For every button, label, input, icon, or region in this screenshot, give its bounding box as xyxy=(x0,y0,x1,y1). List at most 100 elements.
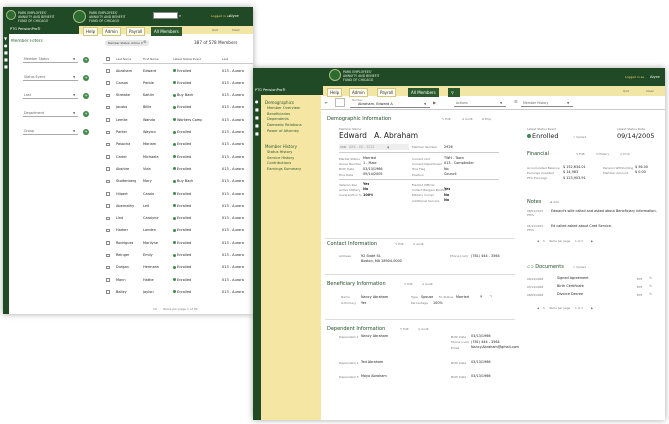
member-history-select[interactable]: Member History ▼ xyxy=(521,99,573,107)
add-filter-button[interactable]: + xyxy=(83,74,89,81)
prev-icon[interactable]: ◀ xyxy=(537,239,539,243)
row-checkbox[interactable] xyxy=(106,93,110,98)
table-row[interactable]: Reinger Emily Enrolled 013 - Aurora xyxy=(103,253,253,260)
doc-icon[interactable]: ■ xyxy=(4,64,8,69)
view-icon[interactable]: ◉ xyxy=(480,294,482,298)
row-checkbox[interactable] xyxy=(106,290,110,294)
clear-button[interactable]: Clear xyxy=(646,89,654,93)
next-icon[interactable]: ▶ xyxy=(591,239,593,243)
info-icon[interactable]: ● xyxy=(255,99,259,104)
row-checkbox[interactable] xyxy=(106,241,110,245)
note-item[interactable]: 08/01/2015 PTCS Edward's wife called and a… xyxy=(527,209,657,223)
edit-icon[interactable]: ✎ xyxy=(649,284,652,288)
user-name[interactable]: Alyce xyxy=(229,14,239,18)
table-row[interactable]: Carson Parble Enrolled 013 - Aurora xyxy=(103,80,253,87)
actions-select[interactable]: Actions ▼ xyxy=(454,99,506,107)
table-row[interactable]: Mann Hattie Enrolled 013 - Aurora xyxy=(103,277,253,284)
nav-demographics-item[interactable]: Member Overview xyxy=(267,106,300,110)
financial-history-button[interactable]: ⟲ History xyxy=(596,152,609,156)
table-row[interactable]: Abshire Vida Enrolled 013 - Aurora xyxy=(103,166,253,173)
row-checkbox[interactable] xyxy=(106,179,110,184)
table-row[interactable]: Harber Landen Enrolled 013 - Aurora xyxy=(103,228,253,235)
row-checkbox[interactable] xyxy=(106,118,110,122)
nav-demographics-title[interactable]: Demographics xyxy=(265,100,294,105)
dependent-edit-button[interactable]: ✎ Edit xyxy=(400,327,409,331)
tab-payroll[interactable]: Payroll xyxy=(126,26,146,36)
demo-emp-button[interactable]: ⧉ Emp xyxy=(482,117,491,121)
beneficiary-audit-button[interactable]: ⊙ Audit xyxy=(422,282,433,286)
nav-history-item[interactable]: Contributions xyxy=(267,161,291,165)
table-row[interactable]: Hilpert Carole Enrolled 013 - Aurora xyxy=(103,191,253,198)
edit-icon[interactable]: ✎ xyxy=(649,292,652,296)
table-row[interactable]: Lemke Wanda Workers Comp 013 - Aurora xyxy=(103,117,253,124)
edit-icon[interactable]: ✎ xyxy=(649,276,652,280)
tab-all-members[interactable]: All Members xyxy=(408,87,439,97)
row-checkbox[interactable] xyxy=(106,204,110,208)
add-filter-button[interactable]: + xyxy=(83,56,89,63)
filter-icon[interactable]: ▼ xyxy=(4,36,7,41)
filter-select[interactable]: Group ▼ xyxy=(23,128,78,135)
back-arrow-icon[interactable]: ⇤ xyxy=(325,100,328,105)
row-checkbox[interactable] xyxy=(106,216,110,221)
row-checkbox[interactable] xyxy=(106,192,110,196)
view-icon[interactable]: ◉ xyxy=(387,145,389,149)
nav-history-item[interactable]: Service History xyxy=(267,156,294,160)
note-item[interactable]: 02/14/2015 PTCS Ed called asked about Cred… xyxy=(527,224,657,238)
column-header[interactable]: Last Name xyxy=(116,57,131,61)
contact-audit-button[interactable]: ⊙ Audit xyxy=(413,242,424,246)
history-icon[interactable]: ■ xyxy=(255,107,259,112)
document-item[interactable]: 09/24/2008 Signed Agreement PDF ✎ xyxy=(527,276,657,282)
notes-add-button[interactable]: ⊕ Add xyxy=(550,200,559,204)
card-icon[interactable]: ■ xyxy=(4,57,8,62)
nav-demographics-item[interactable]: Beneficiaries xyxy=(267,112,290,116)
tab-help[interactable]: Help xyxy=(83,26,99,36)
select-all-checkbox[interactable] xyxy=(106,57,110,61)
table-row[interactable]: Rodriguez Marilyne Enrolled 013 - Aurora xyxy=(103,240,253,247)
row-checkbox[interactable] xyxy=(106,69,110,73)
table-row[interactable]: Bailey Jaylon Enrolled 013 - Aurora xyxy=(103,289,253,296)
nav-history-item[interactable]: Status History xyxy=(267,150,292,154)
document-item[interactable]: 08/04/2008 Divorce Decree PDF ✎ xyxy=(527,292,657,298)
member-avatar-icon[interactable] xyxy=(335,98,345,107)
table-row[interactable]: Parker Waylon Enrolled 013 - Aurora xyxy=(103,130,253,137)
row-checkbox[interactable] xyxy=(106,278,110,282)
member-select[interactable]: Member Abraham, Edward A ▼ xyxy=(350,99,430,108)
tab-all-members[interactable]: All Members xyxy=(151,26,182,36)
tab-admin[interactable]: Admin xyxy=(102,26,121,36)
shield-icon[interactable]: ■ xyxy=(4,50,8,55)
settings-icon[interactable]: ■ xyxy=(255,131,259,136)
search-input[interactable] xyxy=(153,12,178,19)
column-header[interactable]: Latest Status Event xyxy=(173,57,201,61)
row-checkbox[interactable] xyxy=(106,81,110,85)
tab-admin[interactable]: Admin xyxy=(349,87,368,97)
table-row[interactable]: Carter Michaela Enrolled 013 - Aurora xyxy=(103,154,253,161)
table-row[interactable]: Abernathy Leif Enrolled 013 - Aurora xyxy=(103,203,253,210)
add-filter-button[interactable]: + xyxy=(83,92,89,99)
row-checkbox[interactable] xyxy=(106,130,110,134)
tab-member-detail[interactable]: ⚲ xyxy=(448,87,460,97)
nav-demographics-item[interactable]: Dependents xyxy=(267,117,289,121)
column-header[interactable]: First Name xyxy=(143,57,159,61)
demo-audit-button[interactable]: ⊙ Audit xyxy=(462,117,473,121)
upload-button[interactable]: ⇪ Upload xyxy=(573,135,586,139)
table-row[interactable]: Abraham Edward Enrolled 013 - Aurora xyxy=(103,68,253,75)
table-row[interactable]: Lind Carolyne Enrolled 013 - Aurora xyxy=(103,216,253,223)
tab-payroll[interactable]: Payroll xyxy=(377,87,397,97)
notes-pager-rows[interactable]: 5 xyxy=(543,239,545,243)
filter-select[interactable]: Status Event ▼ xyxy=(23,74,78,81)
card-icon[interactable]: ■ xyxy=(255,115,259,120)
row-checkbox[interactable] xyxy=(106,265,110,270)
dependent-audit-button[interactable]: ⊙ Audit xyxy=(418,327,429,331)
pager-rows[interactable]: 10 xyxy=(153,307,157,311)
edit-icon[interactable]: ✎ xyxy=(490,294,492,298)
next-icon[interactable]: ▶ xyxy=(591,306,593,310)
table-row[interactable]: Strewke Kaitlin Buy Back 013 - Aurora xyxy=(103,93,253,100)
menu-icon[interactable]: ☰ xyxy=(514,99,518,104)
filter-select[interactable]: Last ▼ xyxy=(23,92,78,99)
nav-history-title[interactable]: Member History xyxy=(265,144,297,149)
table-row[interactable]: Pasocha Mariam Enrolled 013 - Aurora xyxy=(103,142,253,149)
chip-close-icon[interactable]: ⊗ xyxy=(143,39,146,44)
document-item[interactable]: 03/14/2008 Birth Certificate PDF ✎ xyxy=(527,284,657,290)
table-row[interactable]: Jacobs Billie Enrolled 013 - Aurora xyxy=(103,105,253,112)
documents-upload-button[interactable]: ⇪ Upload xyxy=(573,265,586,269)
